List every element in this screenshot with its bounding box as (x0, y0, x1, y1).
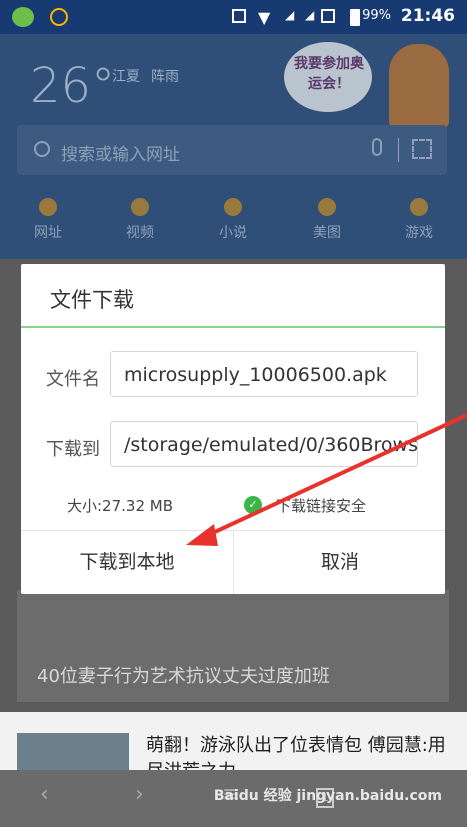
download-path-field[interactable]: /storage/emulated/0/360Browser (110, 421, 418, 467)
signal-icon: ◢ (285, 8, 295, 22)
back-icon[interactable]: ‹ (40, 782, 49, 807)
weather-temperature[interactable]: 26° (30, 58, 115, 114)
nav-item-games[interactable]: 游戏 (389, 198, 449, 242)
nav-label: 小说 (219, 225, 247, 241)
forward-icon[interactable]: › (135, 782, 144, 807)
vibrate-icon (232, 9, 246, 23)
search-placeholder: 搜索或输入网址 (61, 145, 180, 165)
game-icon (410, 198, 428, 216)
search-bar[interactable]: 搜索或输入网址 (17, 125, 447, 175)
scan-icon[interactable] (412, 139, 432, 159)
video-icon (131, 198, 149, 216)
microphone-icon[interactable] (372, 138, 382, 156)
nav-label: 视频 (126, 225, 154, 241)
news-caption[interactable]: 40位妻子行为艺术抗议丈夫过度加班 (37, 662, 330, 688)
nav-label: 网址 (34, 225, 62, 241)
cancel-button[interactable]: 取消 (234, 531, 446, 594)
app-notification-icon (12, 7, 34, 27)
battery-icon (350, 9, 360, 26)
filename-label: 文件名 (46, 369, 100, 390)
download-dialog: 文件下载 文件名 microsupply_10006500.apk 下载到 /s… (21, 264, 445, 594)
clock: 21:46 (400, 6, 455, 26)
battery-percent: 99% (362, 8, 391, 23)
image-icon (318, 198, 336, 216)
download-to-local-button[interactable]: 下载到本地 (21, 531, 233, 594)
check-shield-icon: ✓ (244, 496, 262, 514)
status-bar: ▼ ◢ ◢ 99% 21:46 (0, 0, 467, 34)
nav-item-video[interactable]: 视频 (110, 198, 170, 242)
weather-location: 江夏 (112, 69, 140, 85)
nav-item-novel[interactable]: 小说 (203, 198, 263, 242)
sim-icon (321, 9, 335, 23)
wifi-icon: ▼ (258, 8, 271, 27)
download-path-label: 下载到 (46, 439, 100, 460)
filename-value: microsupply_10006500.apk (124, 364, 387, 386)
filename-field[interactable]: microsupply_10006500.apk (110, 351, 418, 397)
promo-character (389, 44, 449, 128)
olympics-promo-banner[interactable]: 我要参加奥运会！ (284, 38, 459, 128)
link-safe-text: 下载链接安全 (276, 497, 367, 515)
nav-item-sites[interactable]: 网址 (18, 198, 78, 242)
search-icon (34, 141, 50, 157)
baidu-jingyan-watermark: Baidu 经验 jingyan.baidu.com (213, 788, 442, 804)
nav-item-pictures[interactable]: 美图 (297, 198, 357, 242)
dialog-title-divider (21, 326, 445, 328)
nav-label: 游戏 (405, 225, 433, 241)
file-size: 大小:27.32 MB (67, 497, 173, 515)
promo-text: 我要参加奥运会！ (294, 56, 364, 92)
download-path-value: /storage/emulated/0/360Browser (124, 434, 418, 456)
dialog-title: 文件下载 (50, 288, 134, 312)
weather-condition: 阵雨 (151, 69, 179, 85)
nav-label: 美图 (313, 225, 341, 241)
globe-icon (39, 198, 57, 216)
search-divider (398, 138, 399, 162)
book-icon (224, 198, 242, 216)
emoji-notification-icon (50, 8, 68, 26)
signal2-icon: ◢ (305, 8, 315, 22)
